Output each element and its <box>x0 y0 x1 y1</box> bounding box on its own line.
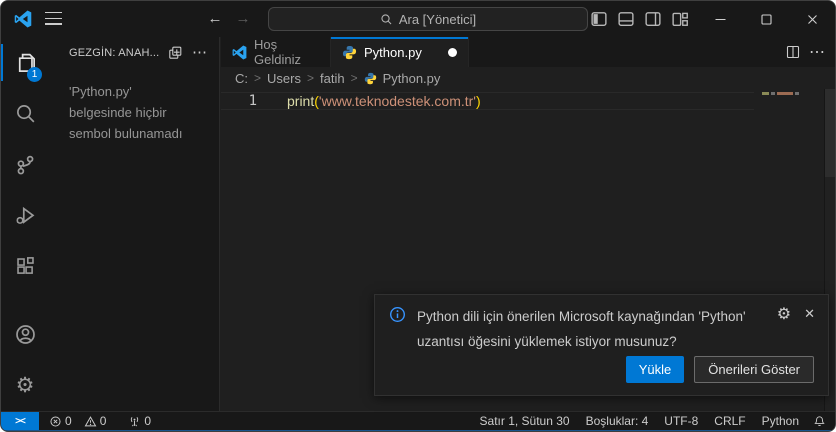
status-bar: >< 0 0 <box>1 411 835 430</box>
source-control-icon <box>14 153 37 176</box>
show-recommendations-button[interactable]: Önerileri Göster <box>694 356 814 383</box>
line-number: 1 <box>221 93 257 109</box>
explorer-badge: 1 <box>27 67 42 82</box>
explorer-sidebar: GEZGİN: ANAH... ⋯ 'Python.py' belgesinde… <box>49 37 220 411</box>
sidebar-title: GEZGİN: ANAH... <box>69 47 159 59</box>
activity-bar: 1 <box>1 37 49 411</box>
tab-label: Python.py <box>364 45 422 60</box>
maximize-icon <box>759 12 774 27</box>
toggle-sidebar-icon[interactable] <box>589 9 609 29</box>
tab-bar: Hoş Geldiniz Python.py ⋯ <box>221 37 835 67</box>
vscode-window: ← → Ara [Yönetici] <box>0 0 836 432</box>
notifications-bell[interactable] <box>807 415 835 428</box>
vscode-logo-icon <box>232 45 247 60</box>
error-count: 0 <box>65 414 72 428</box>
extensions-icon <box>14 255 37 278</box>
sidebar-more-actions-icon[interactable]: ⋯ <box>192 48 207 58</box>
unsaved-changes-dot[interactable] <box>448 48 457 57</box>
customize-layout-icon[interactable] <box>670 9 690 29</box>
warning-icon <box>84 415 97 428</box>
breadcrumb: C: > Users > fatih > Python.py <box>221 67 835 89</box>
new-window-plus-icon[interactable] <box>167 45 183 61</box>
activity-explorer[interactable]: 1 <box>1 37 49 88</box>
scrollbar-slider[interactable] <box>825 89 835 177</box>
close-icon <box>805 12 820 27</box>
encoding[interactable]: UTF-8 <box>656 414 706 428</box>
tab-python-py[interactable]: Python.py <box>331 37 469 67</box>
forwarded-ports[interactable]: 0 <box>123 414 156 428</box>
command-center-search[interactable]: Ara [Yönetici] <box>268 7 588 31</box>
maximize-button[interactable] <box>743 1 789 37</box>
account-icon <box>14 323 37 346</box>
activity-extensions[interactable] <box>1 241 49 292</box>
tab-welcome[interactable]: Hoş Geldiniz <box>221 37 331 67</box>
cursor-position[interactable]: Satır 1, Sütun 30 <box>472 414 578 428</box>
ports-count: 0 <box>144 414 151 428</box>
minimize-button[interactable] <box>697 1 743 37</box>
outline-empty-message: 'Python.py' belgesinde hiçbir sembol bul… <box>69 81 211 144</box>
activity-source-control[interactable] <box>1 139 49 190</box>
vscode-logo-icon <box>14 10 32 28</box>
breadcrumb-folder[interactable]: Users <box>267 71 301 86</box>
tab-label: Hoş Geldiniz <box>254 37 319 67</box>
error-icon <box>49 415 62 428</box>
settings-gear-icon: ⚙ <box>16 373 35 398</box>
install-button[interactable]: Yükle <box>626 356 685 383</box>
notification-toast: Python dili için önerilen Microsoft kayn… <box>374 294 829 396</box>
activity-account[interactable] <box>1 309 49 360</box>
chevron-right-icon: > <box>254 71 261 85</box>
code-string: 'www.teknodestek.com.tr' <box>319 93 476 109</box>
info-icon <box>389 306 406 323</box>
code-function: print <box>287 93 314 109</box>
problems-warnings[interactable]: 0 <box>79 414 112 428</box>
activity-settings[interactable]: ⚙ <box>1 360 49 411</box>
chevron-right-icon: > <box>351 71 358 85</box>
radio-tower-icon <box>128 415 141 428</box>
problems-errors[interactable]: 0 <box>44 414 77 428</box>
breadcrumb-folder[interactable]: fatih <box>320 71 345 86</box>
minimap[interactable] <box>762 92 799 95</box>
language-mode[interactable]: Python <box>754 414 807 428</box>
indentation[interactable]: Boşluklar: 4 <box>578 414 657 428</box>
active-view-indicator <box>1 44 3 81</box>
notification-message: Python dili için önerilen Microsoft kayn… <box>417 304 767 354</box>
close-window-button[interactable] <box>789 1 835 37</box>
notification-settings-gear-icon[interactable]: ⚙ <box>777 304 791 324</box>
warning-count: 0 <box>100 414 107 428</box>
editor-more-actions-icon[interactable]: ⋯ <box>809 42 825 62</box>
python-file-icon <box>364 72 377 85</box>
toggle-secondary-sidebar-icon[interactable] <box>643 9 663 29</box>
toggle-panel-icon[interactable] <box>616 9 636 29</box>
run-debug-icon <box>14 204 37 227</box>
breadcrumb-file[interactable]: Python.py <box>383 71 441 86</box>
breadcrumb-drive[interactable]: C: <box>235 71 248 86</box>
minimize-icon <box>713 12 728 27</box>
split-editor-icon[interactable] <box>785 44 801 60</box>
chevron-right-icon: > <box>307 71 314 85</box>
python-file-icon <box>342 45 357 60</box>
code-line: print('www.teknodestek.com.tr') <box>287 93 481 110</box>
code-close-paren: ) <box>476 93 481 109</box>
bell-icon <box>813 415 826 428</box>
search-view-icon <box>14 102 37 125</box>
menu-hamburger-icon[interactable] <box>45 11 62 26</box>
forward-arrow-icon[interactable]: → <box>232 8 254 30</box>
search-placeholder: Ara [Yönetici] <box>399 12 476 27</box>
back-arrow-icon[interactable]: ← <box>204 8 226 30</box>
sidebar-header: GEZGİN: ANAH... ⋯ <box>49 37 219 69</box>
remote-indicator[interactable]: >< <box>1 412 39 430</box>
activity-search[interactable] <box>1 88 49 139</box>
eol-sequence[interactable]: CRLF <box>706 414 753 428</box>
search-icon <box>380 13 393 26</box>
title-bar: ← → Ara [Yönetici] <box>1 1 835 37</box>
activity-run-debug[interactable] <box>1 190 49 241</box>
notification-close-icon[interactable]: ✕ <box>804 306 815 322</box>
